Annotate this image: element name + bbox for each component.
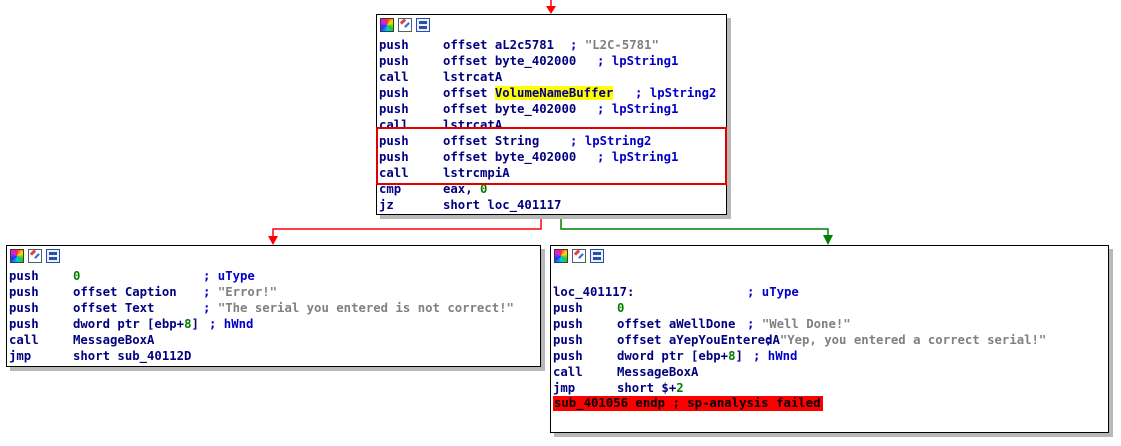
code-line[interactable]: push 0 ; uType <box>7 268 540 284</box>
true-branch-edge <box>560 215 829 237</box>
edit-icon[interactable] <box>28 249 42 263</box>
comment: ; hWnd <box>209 317 254 331</box>
code-line[interactable]: jz short loc_401117 <box>377 197 726 213</box>
code-line[interactable]: push offset aYepYouEnteredA; "Yep, you en… <box>551 332 1108 348</box>
mnemonic: call <box>379 70 409 84</box>
operand[interactable]: MessageBoxA <box>617 364 698 380</box>
right-block-toolbar <box>551 246 1108 266</box>
graph-icon[interactable] <box>590 249 604 263</box>
comment: ; lpString1 <box>597 54 679 68</box>
label-name: loc_401117: <box>553 285 635 299</box>
top-code-block[interactable]: push offset aL2c5781 ; "L2C-5781" push offse… <box>376 14 727 215</box>
mnemonic: push <box>379 38 409 52</box>
edit-icon[interactable] <box>572 249 586 263</box>
operand[interactable]: lstrcatA <box>443 69 502 85</box>
mnemonic: call <box>9 333 39 347</box>
comment: ; lpString2 <box>635 86 717 100</box>
operand[interactable]: dword ptr [ebp+8] <box>73 316 199 332</box>
mnemonic: push <box>9 269 39 283</box>
mnemonic: push <box>379 86 409 100</box>
comment: ; "Error!" <box>203 285 278 299</box>
label-comment: ; uType <box>747 285 799 299</box>
comment: ; "Yep, you entered a correct serial!" <box>765 333 1047 347</box>
operand[interactable]: short $+2 <box>617 380 684 396</box>
mnemonic: call <box>553 365 583 379</box>
operand[interactable]: short loc_401117 <box>443 197 561 213</box>
operand[interactable]: short sub_40112D <box>73 348 191 364</box>
mnemonic: push <box>9 301 39 315</box>
code-line[interactable]: call MessageBoxA <box>7 332 540 348</box>
color-icon[interactable] <box>380 18 394 32</box>
mnemonic: push <box>9 317 39 331</box>
code-line[interactable]: call MessageBoxA <box>551 364 1108 380</box>
code-label[interactable]: loc_401117: ; uType <box>551 284 1108 300</box>
left-block-toolbar <box>7 246 540 266</box>
mnemonic: jmp <box>9 349 32 363</box>
code-line[interactable]: push dword ptr [ebp+8] ; hWnd <box>7 316 540 332</box>
mnemonic: push <box>553 349 583 363</box>
code-line[interactable]: jmp short $+2 <box>551 380 1108 396</box>
code-line[interactable]: jmp short sub_40112D <box>7 348 540 364</box>
false-branch-arrow <box>268 236 278 245</box>
success-code-block[interactable]: loc_401117: ; uType push 0 push offset aWellD… <box>550 245 1109 433</box>
code-line[interactable]: push offset aWellDone ; "Well Done!" <box>551 316 1108 332</box>
operand[interactable]: offset byte_402000 <box>443 53 576 69</box>
highlighted-symbol[interactable]: VolumeNameBuffer <box>494 86 614 100</box>
true-branch-arrow <box>823 235 833 245</box>
operand[interactable]: offset VolumeNameBuffer <box>443 85 614 101</box>
incoming-arrow <box>546 6 556 14</box>
code-line[interactable]: push offset VolumeNameBuffer ; lpString2 <box>377 85 726 101</box>
code-line[interactable]: push offset Caption ; "Error!" <box>7 284 540 300</box>
color-icon[interactable] <box>10 249 24 263</box>
operand[interactable]: offset Caption <box>73 284 177 300</box>
comment: ; uType <box>203 269 255 283</box>
error-code-block[interactable]: push 0 ; uType push offset Caption ; "Error!"… <box>6 245 541 367</box>
operand[interactable]: 0 <box>617 300 624 316</box>
sp-analysis-error: sub_401056 endp ; sp-analysis failed <box>553 396 823 411</box>
mnemonic: push <box>379 102 409 116</box>
mnemonic: push <box>9 285 39 299</box>
color-icon[interactable] <box>554 249 568 263</box>
mnemonic: push <box>553 301 583 315</box>
mnemonic: push <box>553 333 583 347</box>
code-line[interactable]: push offset aL2c5781 ; "L2C-5781" <box>377 37 726 53</box>
mnemonic: push <box>379 54 409 68</box>
comment: ; "Well Done!" <box>747 317 851 331</box>
code-line[interactable]: push dword ptr [ebp+8] ; hWnd <box>551 348 1108 364</box>
code-line[interactable]: push offset Text ; "The serial you entered… <box>7 300 540 316</box>
comment: ; "The serial you entered is not correct… <box>203 301 514 315</box>
operand[interactable]: offset aWellDone <box>617 316 735 332</box>
operand[interactable]: offset byte_402000 <box>443 101 576 117</box>
code-line[interactable]: push 0 <box>551 300 1108 316</box>
operand[interactable]: offset aYepYouEnteredA <box>617 332 780 348</box>
mnemonic: jmp <box>553 381 576 395</box>
operand[interactable]: offset Text <box>73 300 154 316</box>
edit-icon[interactable] <box>398 18 412 32</box>
mnemonic: push <box>553 317 583 331</box>
code-line[interactable]: push offset byte_402000 ; lpString1 <box>377 53 726 69</box>
operand[interactable]: MessageBoxA <box>73 332 154 348</box>
top-block-toolbar <box>377 15 726 35</box>
code-line[interactable]: push offset byte_402000 ; lpString1 <box>377 101 726 117</box>
comment: ; lpString1 <box>597 102 679 116</box>
comment: ; "L2C-5781" <box>570 38 659 52</box>
operand[interactable]: offset aL2c5781 <box>443 37 554 53</box>
graph-icon[interactable] <box>416 18 430 32</box>
mnemonic: jz <box>379 198 394 212</box>
selection-box <box>376 127 727 185</box>
false-branch-edge <box>272 215 542 239</box>
graph-icon[interactable] <box>46 249 60 263</box>
comment: ; hWnd <box>753 349 798 363</box>
operand[interactable]: 0 <box>73 268 80 284</box>
operand[interactable]: dword ptr [ebp+8] <box>617 348 743 364</box>
code-line[interactable]: call lstrcatA <box>377 69 726 85</box>
